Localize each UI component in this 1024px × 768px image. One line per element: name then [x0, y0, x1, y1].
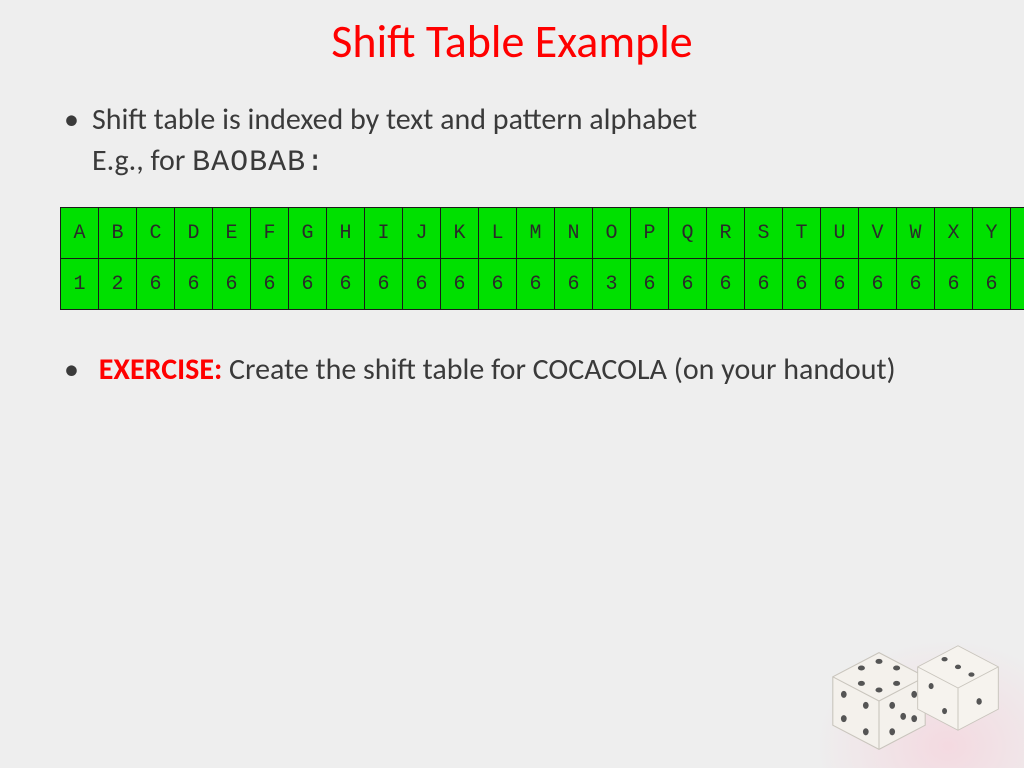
shift-table-value-cell: 1	[61, 259, 99, 310]
shift-table-letter-cell: X	[935, 208, 973, 259]
shift-table-value-cell: 6	[859, 259, 897, 310]
shift-table-letter-cell: T	[783, 208, 821, 259]
bullet-list: Shift table is indexed by text and patte…	[60, 100, 964, 183]
bullet-1-line2-prefix: E.g., for	[92, 142, 192, 179]
shift-table-value-cell: 6	[175, 259, 213, 310]
shift-table-letter-cell: L	[479, 208, 517, 259]
shift-table-value-cell: 6	[935, 259, 973, 310]
shift-table-wrap: ABCDEFGHIJKLMNOPQRSTUVWXYZ 1266666666666…	[60, 207, 964, 310]
shift-table-letter-cell: K	[441, 208, 479, 259]
shift-table-letter-cell: P	[631, 208, 669, 259]
shift-table-value-cell: 6	[251, 259, 289, 310]
shift-table: ABCDEFGHIJKLMNOPQRSTUVWXYZ 1266666666666…	[60, 207, 1024, 310]
shift-table-letter-cell: I	[365, 208, 403, 259]
shift-table-letter-cell: N	[555, 208, 593, 259]
shift-table-letter-cell: U	[821, 208, 859, 259]
shift-table-value-cell: 6	[631, 259, 669, 310]
shift-table-value-cell: 6	[365, 259, 403, 310]
shift-table-letter-cell: D	[175, 208, 213, 259]
shift-table-value-cell: 2	[99, 259, 137, 310]
shift-table-value-cell: 6	[669, 259, 707, 310]
shift-table-letter-cell: B	[99, 208, 137, 259]
shift-table-value-cell: 6	[213, 259, 251, 310]
content-area: Shift table is indexed by text and patte…	[0, 70, 1024, 391]
shift-table-value-cell: 6	[517, 259, 555, 310]
dice-decoration	[802, 590, 1012, 760]
shift-table-values-row: 12666666666666366666666666	[61, 259, 1024, 310]
bullet-1-line2-mono: BAOBAB:	[192, 146, 325, 180]
shift-table-letter-cell: O	[593, 208, 631, 259]
bullet-list-2: EXERCISE: Create the shift table for COC…	[60, 350, 964, 391]
shift-table-letter-cell: M	[517, 208, 555, 259]
bullet-2: EXERCISE: Create the shift table for COC…	[86, 350, 964, 391]
shift-table-letter-cell: Q	[669, 208, 707, 259]
slide: Shift Table Example Shift table is index…	[0, 0, 1024, 768]
die-right-icon	[910, 640, 1006, 736]
shift-table-value-cell: 3	[593, 259, 631, 310]
shift-table-value-cell: 6	[707, 259, 745, 310]
shift-table-value-cell: 6	[973, 259, 1011, 310]
shift-table-value-cell: 6	[821, 259, 859, 310]
shift-table-value-cell: 6	[745, 259, 783, 310]
shift-table-letter-cell: E	[213, 208, 251, 259]
shift-table-letter-cell: H	[327, 208, 365, 259]
shift-table-letter-cell: Z	[1011, 208, 1024, 259]
shift-table-letter-cell: V	[859, 208, 897, 259]
shift-table-value-cell: 6	[289, 259, 327, 310]
shift-table-letter-cell: F	[251, 208, 289, 259]
shift-table-letter-cell: Y	[973, 208, 1011, 259]
page-title: Shift Table Example	[0, 0, 1024, 70]
bullet-1-line1: Shift table is indexed by text and patte…	[92, 101, 697, 138]
shift-table-letter-cell: S	[745, 208, 783, 259]
shift-table-letter-cell: A	[61, 208, 99, 259]
shift-table-letter-cell: J	[403, 208, 441, 259]
shift-table-value-cell: 6	[555, 259, 593, 310]
shift-table-value-cell: 6	[327, 259, 365, 310]
shift-table-value-cell: 6	[441, 259, 479, 310]
shift-table-letters-row: ABCDEFGHIJKLMNOPQRSTUVWXYZ	[61, 208, 1024, 259]
shift-table-value-cell: 6	[897, 259, 935, 310]
shift-table-value-cell: 6	[1011, 259, 1024, 310]
bullet-1: Shift table is indexed by text and patte…	[86, 100, 964, 183]
shift-table-value-cell: 6	[403, 259, 441, 310]
exercise-label: EXERCISE:	[99, 351, 222, 388]
shift-table-letter-cell: G	[289, 208, 327, 259]
shift-table-value-cell: 6	[783, 259, 821, 310]
shift-table-letter-cell: R	[707, 208, 745, 259]
die-left-icon	[824, 646, 934, 756]
shift-table-value-cell: 6	[479, 259, 517, 310]
exercise-text: Create the shift table for COCACOLA (on …	[222, 351, 895, 388]
shift-table-letter-cell: C	[137, 208, 175, 259]
shift-table-letter-cell: W	[897, 208, 935, 259]
shift-table-value-cell: 6	[137, 259, 175, 310]
